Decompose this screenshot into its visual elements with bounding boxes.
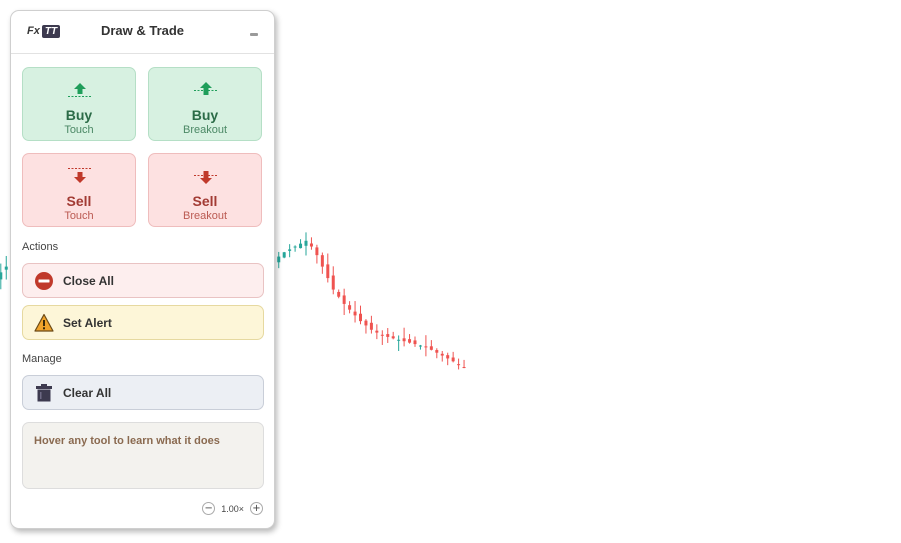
candle-body [402,338,406,342]
clear-all-label: Clear All [63,385,112,400]
zoom-controls: − 1.00× + [202,502,263,515]
candle-body [293,246,297,248]
hint-box: Hover any tool to learn what it does [22,422,264,489]
candle-body [4,266,8,270]
arrow-up-touch-icon [23,80,135,100]
sell-breakout-button[interactable]: Sell Breakout [148,153,262,227]
candle-body [435,350,439,353]
candle-body [320,255,324,267]
zoom-level: 1.00× [221,503,244,514]
sell-touch-button[interactable]: Sell Touch [22,153,136,227]
candle-body [440,353,444,356]
candle-body [418,345,422,347]
buy-touch-button[interactable]: Buy Touch [22,67,136,141]
set-alert-label: Set Alert [63,315,112,330]
candle-body [451,357,455,362]
sell-breakout-sub-label: Breakout [182,210,228,222]
candle-body [309,243,313,247]
candle-body [315,247,319,256]
candle-body [359,313,362,322]
buy-breakout-main-label: Buy [191,107,219,123]
candle-body [369,322,373,330]
candle-body [282,252,286,258]
candle-body [342,295,346,304]
actions-section-label: Actions [22,241,59,253]
buy-touch-main-label: Buy [65,107,93,123]
candle-body [429,346,433,350]
zoom-out-button[interactable]: − [202,502,216,515]
candle-body [386,334,390,337]
zoom-in-button[interactable]: + [250,502,263,515]
set-alert-button[interactable]: Set Alert [22,305,264,340]
candle-body [375,330,379,333]
sell-touch-sub-label: Touch [64,210,94,222]
buy-touch-sub-label: Touch [64,124,94,136]
candle-body [391,336,395,339]
candle-body [457,364,461,366]
candle-body [408,339,412,343]
candle-body [326,264,330,279]
draw-and-trade-panel: Fx TT Draw & Trade Buy Touch Buy Breakou… [10,10,275,529]
close-all-button[interactable]: Close All [22,263,264,298]
panel-title: Draw & Trade [100,23,185,38]
manage-section-label: Manage [22,353,62,365]
candle-body [331,275,335,290]
arrow-up-breakout-icon [149,80,261,100]
arrow-down-touch-icon [23,166,135,186]
candle-body [462,367,466,369]
candle-body [348,305,352,310]
candle-body [364,320,368,326]
no-entry-icon [34,271,54,291]
candle-body [413,340,417,345]
clear-all-button[interactable]: Clear All [22,375,264,410]
candle-body [380,334,384,336]
candle-body [424,346,428,348]
candle-body [299,243,303,249]
warning-icon [34,313,54,333]
sell-touch-main-label: Sell [66,193,92,209]
buy-breakout-sub-label: Breakout [182,124,228,136]
arrow-down-breakout-icon [149,166,261,186]
candle-body [337,291,341,297]
candle-body [353,311,357,316]
candle-body [0,272,3,280]
buy-breakout-button[interactable]: Buy Breakout [148,67,262,141]
panel-header: Fx TT Draw & Trade [11,11,274,54]
candle-body [446,355,450,359]
candle-body [304,240,308,246]
candle-body [288,249,292,251]
close-all-label: Close All [63,273,114,288]
minimize-button[interactable] [250,33,258,36]
candle-body [277,256,281,263]
trash-icon [34,383,54,403]
sell-breakout-main-label: Sell [192,193,218,209]
candle-body [397,339,401,341]
